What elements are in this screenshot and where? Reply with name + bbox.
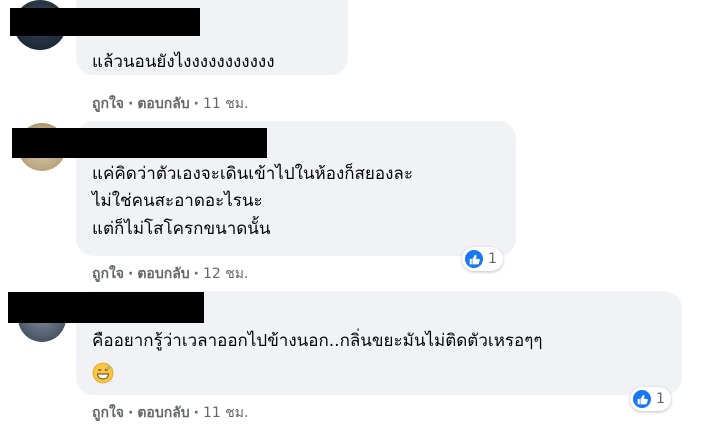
comment-text: คืออยากรู้ว่าเวลาออกไปข้างนอก..กลิ่นขยะม… [92,331,543,351]
separator: · [193,266,199,282]
separator: · [128,96,134,112]
reply-link[interactable]: ตอบกลับ [137,93,189,115]
separator: · [128,266,134,282]
comment-text-line: แต่ก็ไม่โสโครกขนาดนั้น [92,219,271,239]
comment-actions: ถูกใจ · ตอบกลับ · 12 ชม. [92,263,248,285]
redacted-username [10,8,200,36]
like-link[interactable]: ถูกใจ [92,402,124,424]
reaction-badge[interactable]: 1 [630,387,671,411]
comment-text-line: แค่คิดว่าตัวเองจะเดินเข้าไปในห้องก็สยองล… [92,164,413,184]
like-link[interactable]: ถูกใจ [92,263,124,285]
timestamp[interactable]: 12 ชม. [203,263,248,285]
separator: · [128,405,134,421]
reaction-badge[interactable]: 1 [462,247,503,271]
comment-actions: ถูกใจ · ตอบกลับ · 11 ชม. [92,402,248,424]
redacted-username [12,128,267,158]
like-icon [633,390,651,408]
grinning-sweat-emoji [92,362,114,384]
reply-link[interactable]: ตอบกลับ [137,402,189,424]
separator: · [193,405,199,421]
comment-text-line: ไม่ใช่คนสะอาดอะไรนะ [92,191,263,211]
reaction-count: 1 [656,391,665,407]
timestamp[interactable]: 11 ชม. [203,402,248,424]
reply-link[interactable]: ตอบกลับ [137,263,189,285]
like-link[interactable]: ถูกใจ [92,93,124,115]
timestamp[interactable]: 11 ชม. [203,93,248,115]
separator: · [193,96,199,112]
comment-thread: แล้วนอนยังไงงงงงงงงงงง ถูกใจ · ตอบกลับ ·… [0,0,728,433]
comment-actions: ถูกใจ · ตอบกลับ · 11 ชม. [92,93,248,115]
like-icon [465,250,483,268]
comment-text: แล้วนอนยังไงงงงงงงงงงง [92,52,275,72]
reaction-count: 1 [488,251,497,267]
redacted-username [8,292,204,323]
